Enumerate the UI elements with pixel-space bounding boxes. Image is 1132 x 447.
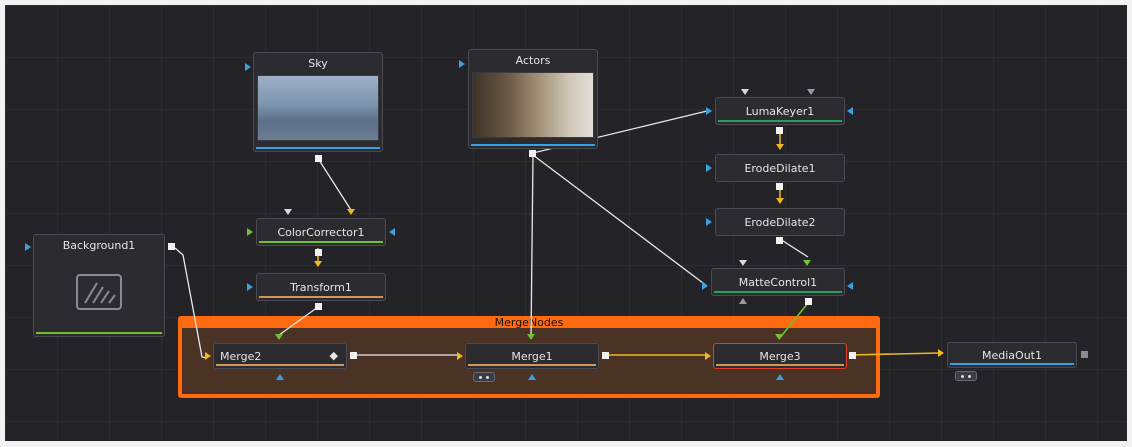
mattecontrol-input-green[interactable] [803, 260, 811, 266]
background-image-icon [76, 274, 122, 310]
merge2-mask-input[interactable] [276, 374, 284, 380]
wire-erode2-mattecontrol [779, 238, 809, 258]
erode2-input-port[interactable] [776, 198, 784, 204]
merge2-output-port[interactable] [350, 352, 357, 359]
colorcorrector-input-yellow[interactable] [347, 209, 355, 215]
merge2-foreground-input[interactable] [275, 334, 283, 340]
node-transform-label: Transform1 [290, 280, 352, 294]
transform-left-input[interactable] [247, 283, 253, 291]
wire-actors-merge1 [530, 154, 534, 340]
erode1-left-input[interactable] [706, 164, 712, 172]
merge3-mask-input[interactable] [776, 374, 784, 380]
colorcorrector-output-port[interactable] [315, 249, 322, 256]
actors-thumbnail [472, 72, 594, 138]
node-mediaout[interactable]: MediaOut1 [947, 342, 1077, 368]
erode2-output-port[interactable] [776, 237, 783, 244]
node-colorcorrector[interactable]: ColorCorrector1 [256, 218, 386, 246]
merge3-background-input[interactable] [705, 352, 711, 360]
mattecontrol-left-input[interactable] [702, 282, 708, 290]
diamond-icon: ◆ [329, 349, 338, 362]
mediaout-output-port[interactable] [1081, 351, 1088, 358]
node-actors-label: Actors [515, 54, 551, 67]
background-output-port[interactable] [168, 243, 175, 250]
actors-input-port[interactable] [459, 60, 465, 68]
sky-input-port[interactable] [245, 63, 251, 71]
lumakeyer-mask-input[interactable] [847, 107, 853, 115]
wire-sky-colorcorrector [318, 159, 352, 211]
transform-output-port[interactable] [315, 303, 322, 310]
node-merge3-label: Merge3 [759, 349, 801, 363]
node-merge2-label: Merge2 [220, 349, 262, 363]
node-colorcorrector-label: ColorCorrector1 [277, 225, 365, 239]
mattecontrol-mask-input[interactable] [847, 282, 853, 290]
lumakeyer-output-port[interactable] [776, 127, 783, 134]
merge1-output-port[interactable] [602, 352, 609, 359]
erode1-output-port[interactable] [776, 183, 783, 190]
node-mediaout-label: MediaOut1 [982, 348, 1042, 362]
node-merge2[interactable]: Merge2 ◆ [213, 343, 347, 369]
mattecontrol-bottom-port[interactable] [739, 298, 747, 304]
mattecontrol-output-port[interactable] [805, 298, 812, 305]
node-mattecontrol-label: MatteControl1 [738, 275, 818, 289]
wire-actors-mattecontrol [532, 154, 708, 287]
lumakeyer-input-port-1[interactable] [741, 89, 749, 95]
merge-group-title: MergeNodes [494, 316, 564, 329]
node-editor-canvas[interactable]: MergeNodes Sky Actors LumaKeyer1 ErodeDi… [5, 5, 1127, 441]
erode2-left-input[interactable] [706, 218, 712, 226]
erode1-input-port[interactable] [776, 144, 784, 150]
actors-output-port[interactable] [529, 150, 536, 157]
node-background-label: Background1 [62, 239, 136, 252]
merge1-foreground-input[interactable] [527, 334, 535, 340]
node-merge3[interactable]: Merge3 [713, 343, 847, 369]
node-erodedilate1[interactable]: ErodeDilate1 [715, 154, 845, 182]
merge2-background-input[interactable] [205, 352, 211, 360]
node-lumakeyer[interactable]: LumaKeyer1 [715, 97, 845, 125]
node-erodedilate2-label: ErodeDilate2 [744, 215, 816, 229]
node-erodedilate1-label: ErodeDilate1 [744, 161, 816, 175]
merge1-cache-toggle[interactable] [473, 372, 495, 382]
node-merge1-label: Merge1 [511, 349, 553, 363]
background-input-port[interactable] [25, 243, 31, 251]
node-actors[interactable]: Actors [468, 49, 598, 149]
node-lumakeyer-label: LumaKeyer1 [745, 104, 815, 118]
colorcorrector-input-white[interactable] [284, 209, 292, 215]
lumakeyer-input-port-2[interactable] [807, 89, 815, 95]
mattecontrol-input-white[interactable] [739, 260, 747, 266]
colorcorrector-left-input[interactable] [247, 228, 253, 236]
merge1-background-input[interactable] [457, 352, 463, 360]
merge3-output-port[interactable] [849, 352, 856, 359]
mediaout-cache-toggle[interactable] [955, 371, 977, 381]
node-background[interactable]: Background1 [33, 234, 165, 337]
merge1-mask-input[interactable] [528, 374, 536, 380]
node-sky-label: Sky [308, 57, 328, 70]
transform-input-port[interactable] [314, 261, 322, 267]
node-merge1[interactable]: Merge1 [465, 343, 599, 369]
node-transform[interactable]: Transform1 [256, 273, 386, 301]
node-sky[interactable]: Sky [253, 52, 383, 152]
node-erodedilate2[interactable]: ErodeDilate2 [715, 208, 845, 236]
colorcorrector-mask-input[interactable] [389, 228, 395, 236]
merge3-foreground-input[interactable] [775, 334, 783, 340]
lumakeyer-left-input[interactable] [706, 107, 712, 115]
mediaout-input-port[interactable] [938, 349, 944, 357]
node-mattecontrol[interactable]: MatteControl1 [711, 268, 845, 296]
sky-output-port[interactable] [315, 155, 322, 162]
sky-thumbnail [257, 75, 379, 141]
